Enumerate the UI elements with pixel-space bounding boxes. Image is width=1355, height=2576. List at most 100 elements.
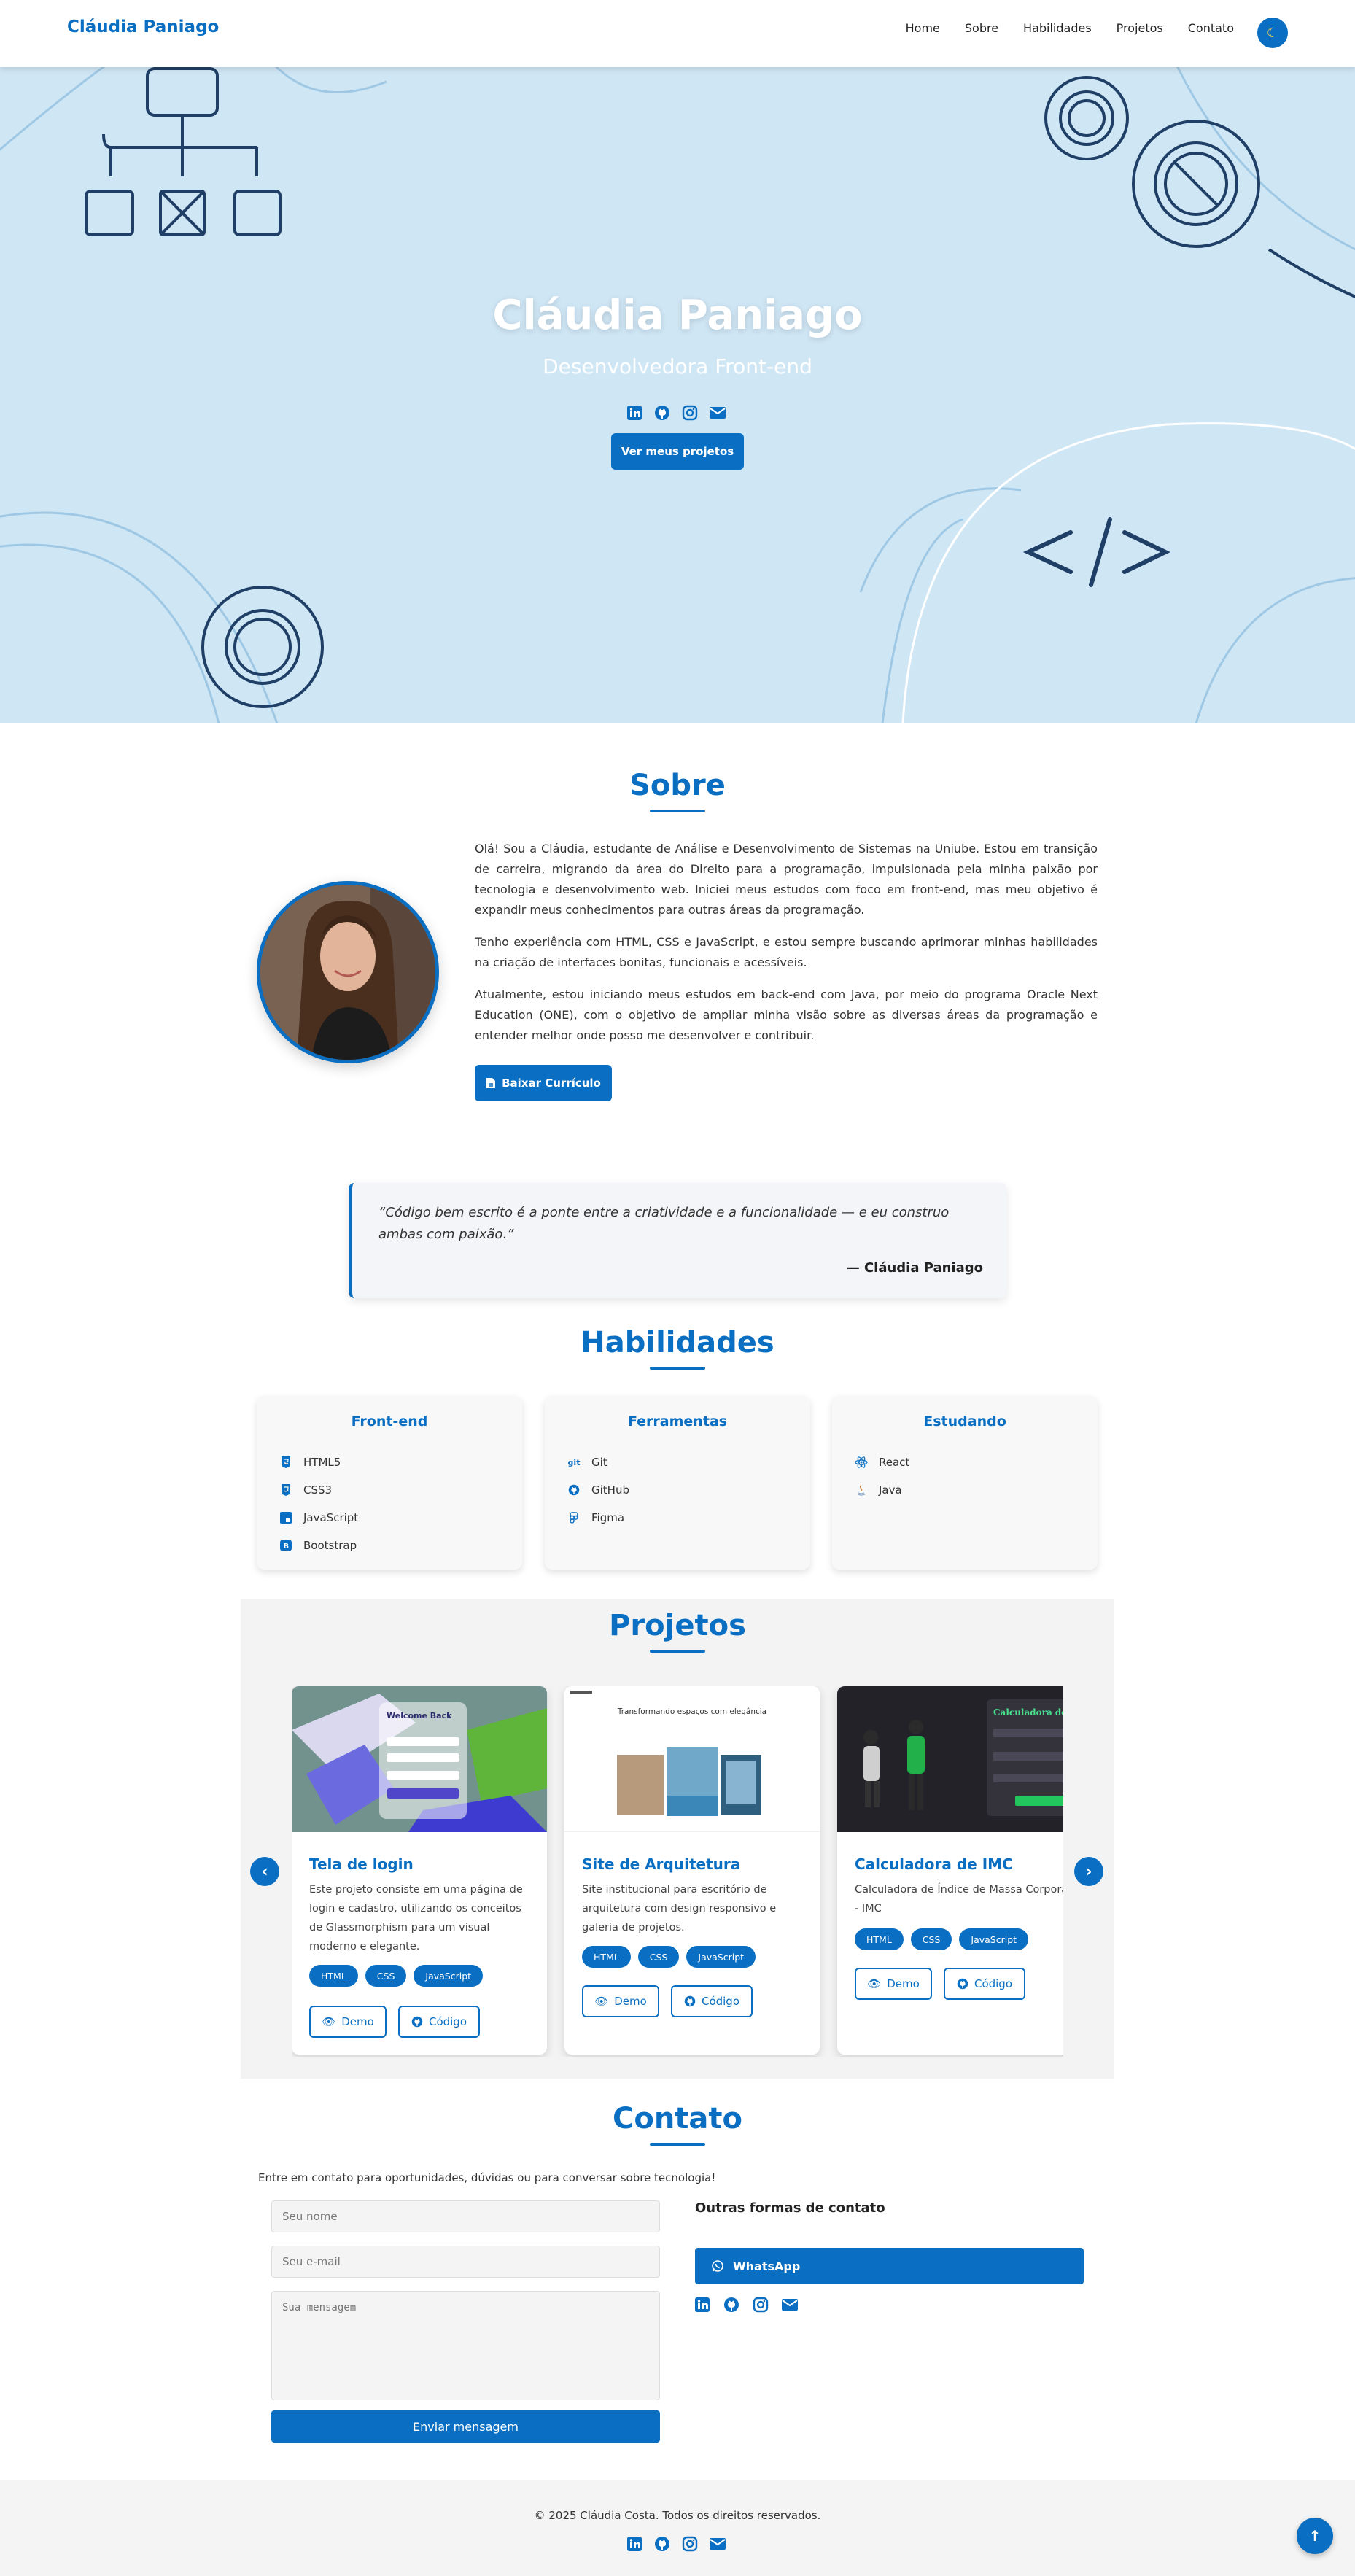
demo-button[interactable]: 👁 Demo [309, 2006, 387, 2038]
skill-label: Bootstrap [303, 1539, 357, 1552]
instagram-icon[interactable] [681, 2535, 699, 2553]
instagram-icon[interactable] [681, 404, 699, 422]
code-tag-icon [1022, 517, 1170, 587]
message-field[interactable]: Sua mensagem [271, 2291, 660, 2400]
tag-badge: JavaScript [414, 1965, 484, 1987]
github-icon[interactable] [653, 404, 671, 422]
project-thumbnail-text: Calculadora de IMC [993, 1707, 1063, 1718]
react-icon [854, 1455, 869, 1470]
github-icon[interactable] [653, 2535, 671, 2553]
nav-link-projetos[interactable]: Projetos [1117, 21, 1163, 35]
project-description: Site institucional para escritório de ar… [582, 1884, 777, 1933]
download-cv-button[interactable]: Baixar Currículo [475, 1065, 612, 1101]
contact-social-links [694, 2296, 799, 2313]
envelope-icon[interactable] [781, 2296, 799, 2313]
skill-item: HTML5 [279, 1448, 358, 1476]
eye-icon: 👁 [867, 1977, 882, 1990]
java-icon [854, 1483, 869, 1497]
navbar: Cláudia Paniago Home Sobre Habilidades P… [0, 0, 1355, 67]
hero-background-decoration [0, 67, 1355, 723]
hero-section: Cláudia Paniago Desenvolvedora Front-end… [0, 67, 1355, 723]
eye-icon: 👁 [322, 2015, 336, 2028]
skill-item: CSS3 [279, 1476, 358, 1504]
code-button[interactable]: Código [944, 1968, 1025, 2000]
demo-button[interactable]: 👁 Demo [582, 1985, 659, 2017]
project-actions: 👁 Demo Código [855, 1968, 1025, 2000]
skill-item: git Git [567, 1448, 629, 1476]
view-projects-button[interactable]: Ver meus projetos [611, 433, 744, 470]
moon-icon: ☾ [1266, 25, 1279, 41]
envelope-icon[interactable] [709, 2535, 726, 2553]
nav-link-contato[interactable]: Contato [1188, 21, 1234, 35]
tag-badge: HTML [309, 1965, 358, 1987]
tag-badge: JavaScript [959, 1928, 1029, 1950]
quote-author: — Cláudia Paniago [846, 1260, 983, 1276]
skill-card-title: Estudando [923, 1413, 1006, 1429]
instagram-icon[interactable] [752, 2296, 769, 2313]
skill-item: JavaScript [279, 1504, 358, 1532]
projects-title-underline [650, 1650, 705, 1653]
code-label: Código [974, 1977, 1013, 1990]
whatsapp-icon [712, 2260, 723, 2272]
code-button[interactable]: Código [671, 1985, 753, 2017]
project-actions: 👁 Demo Código [309, 2006, 480, 2038]
code-label: Código [701, 1995, 740, 2008]
send-message-button[interactable]: Enviar mensagem [271, 2410, 660, 2443]
quote-card: “Código bem escrito é a ponte entre a cr… [349, 1183, 1006, 1298]
about-text: Olá! Sou a Cláudia, estudante de Análise… [475, 839, 1098, 1058]
github-icon [957, 1978, 968, 1990]
project-card-arquitetura: Transformando espaços com elegância Site… [564, 1686, 820, 2055]
project-tags: HTML CSS JavaScript [582, 1946, 756, 1968]
quote-text: “Código bem escrito é a ponte entre a cr… [378, 1205, 950, 1242]
project-title: Calculadora de IMC [855, 1855, 1013, 1873]
demo-label: Demo [614, 1995, 647, 2008]
project-title: Site de Arquitetura [582, 1855, 741, 1873]
back-to-top-button[interactable]: ↑ [1297, 2518, 1333, 2554]
nav-link-habilidades[interactable]: Habilidades [1023, 21, 1092, 35]
hero-subtitle: Desenvolvedora Front-end [543, 354, 812, 379]
html5-icon [279, 1455, 293, 1470]
project-title: Tela de login [309, 1855, 414, 1873]
projects-title: Projetos [609, 1609, 746, 1642]
brand-logo[interactable]: Cláudia Paniago [67, 18, 219, 36]
project-thumbnail: Welcome Back [292, 1686, 547, 1832]
nav-link-home[interactable]: Home [906, 21, 940, 35]
skill-label: Figma [591, 1511, 625, 1524]
theme-toggle-button[interactable]: ☾ [1257, 18, 1288, 48]
github-icon[interactable] [723, 2296, 740, 2313]
demo-button[interactable]: 👁 Demo [855, 1968, 932, 2000]
linkedin-icon[interactable] [626, 2535, 643, 2553]
skill-card-frontend: Front-end HTML5 CSS3 JavaScript B Bootst… [257, 1396, 522, 1570]
whatsapp-button[interactable]: WhatsApp [695, 2248, 1084, 2284]
code-button[interactable]: Código [398, 2006, 480, 2038]
linkedin-icon[interactable] [694, 2296, 711, 2313]
linkedin-icon[interactable] [626, 404, 643, 422]
about-paragraph: Atualmente, estou iniciando meus estudos… [475, 988, 1098, 1042]
envelope-icon[interactable] [709, 404, 726, 422]
project-thumbnail: Calculadora de IMC [837, 1686, 1063, 1832]
projects-carousel[interactable]: Welcome Back Tela de login Este projeto … [292, 1686, 1063, 2057]
figma-icon [567, 1510, 581, 1525]
other-contact-title: Outras formas de contato [695, 2200, 885, 2216]
svg-text:B: B [284, 1543, 290, 1551]
project-thumbnail-text: Welcome Back [387, 1711, 452, 1720]
skill-item: GitHub [567, 1476, 629, 1504]
tag-badge: CSS [637, 1946, 680, 1968]
tag-badge: JavaScript [686, 1946, 756, 1968]
nav-link-sobre[interactable]: Sobre [965, 21, 998, 35]
javascript-icon [279, 1510, 293, 1525]
email-field[interactable]: Seu e-mail [271, 2246, 660, 2278]
project-tags: HTML CSS JavaScript [309, 1965, 484, 1987]
project-description: Calculadora de Índice de Massa Corporal … [855, 1884, 1063, 1914]
footer: © 2025 Cláudia Costa. Todos os direitos … [0, 2480, 1355, 2576]
carousel-prev-button[interactable]: ‹ [250, 1857, 279, 1886]
skill-item: React [854, 1448, 909, 1476]
tag-badge: HTML [855, 1928, 904, 1950]
skill-card-title: Front-end [351, 1413, 428, 1429]
hero-social-links [626, 404, 726, 422]
name-field[interactable]: Seu nome [271, 2200, 660, 2232]
skill-label: CSS3 [303, 1483, 333, 1497]
carousel-next-button[interactable]: › [1074, 1857, 1103, 1886]
nav-links: Home Sobre Habilidades Projetos Contato [906, 21, 1234, 35]
whatsapp-label: WhatsApp [733, 2259, 801, 2273]
